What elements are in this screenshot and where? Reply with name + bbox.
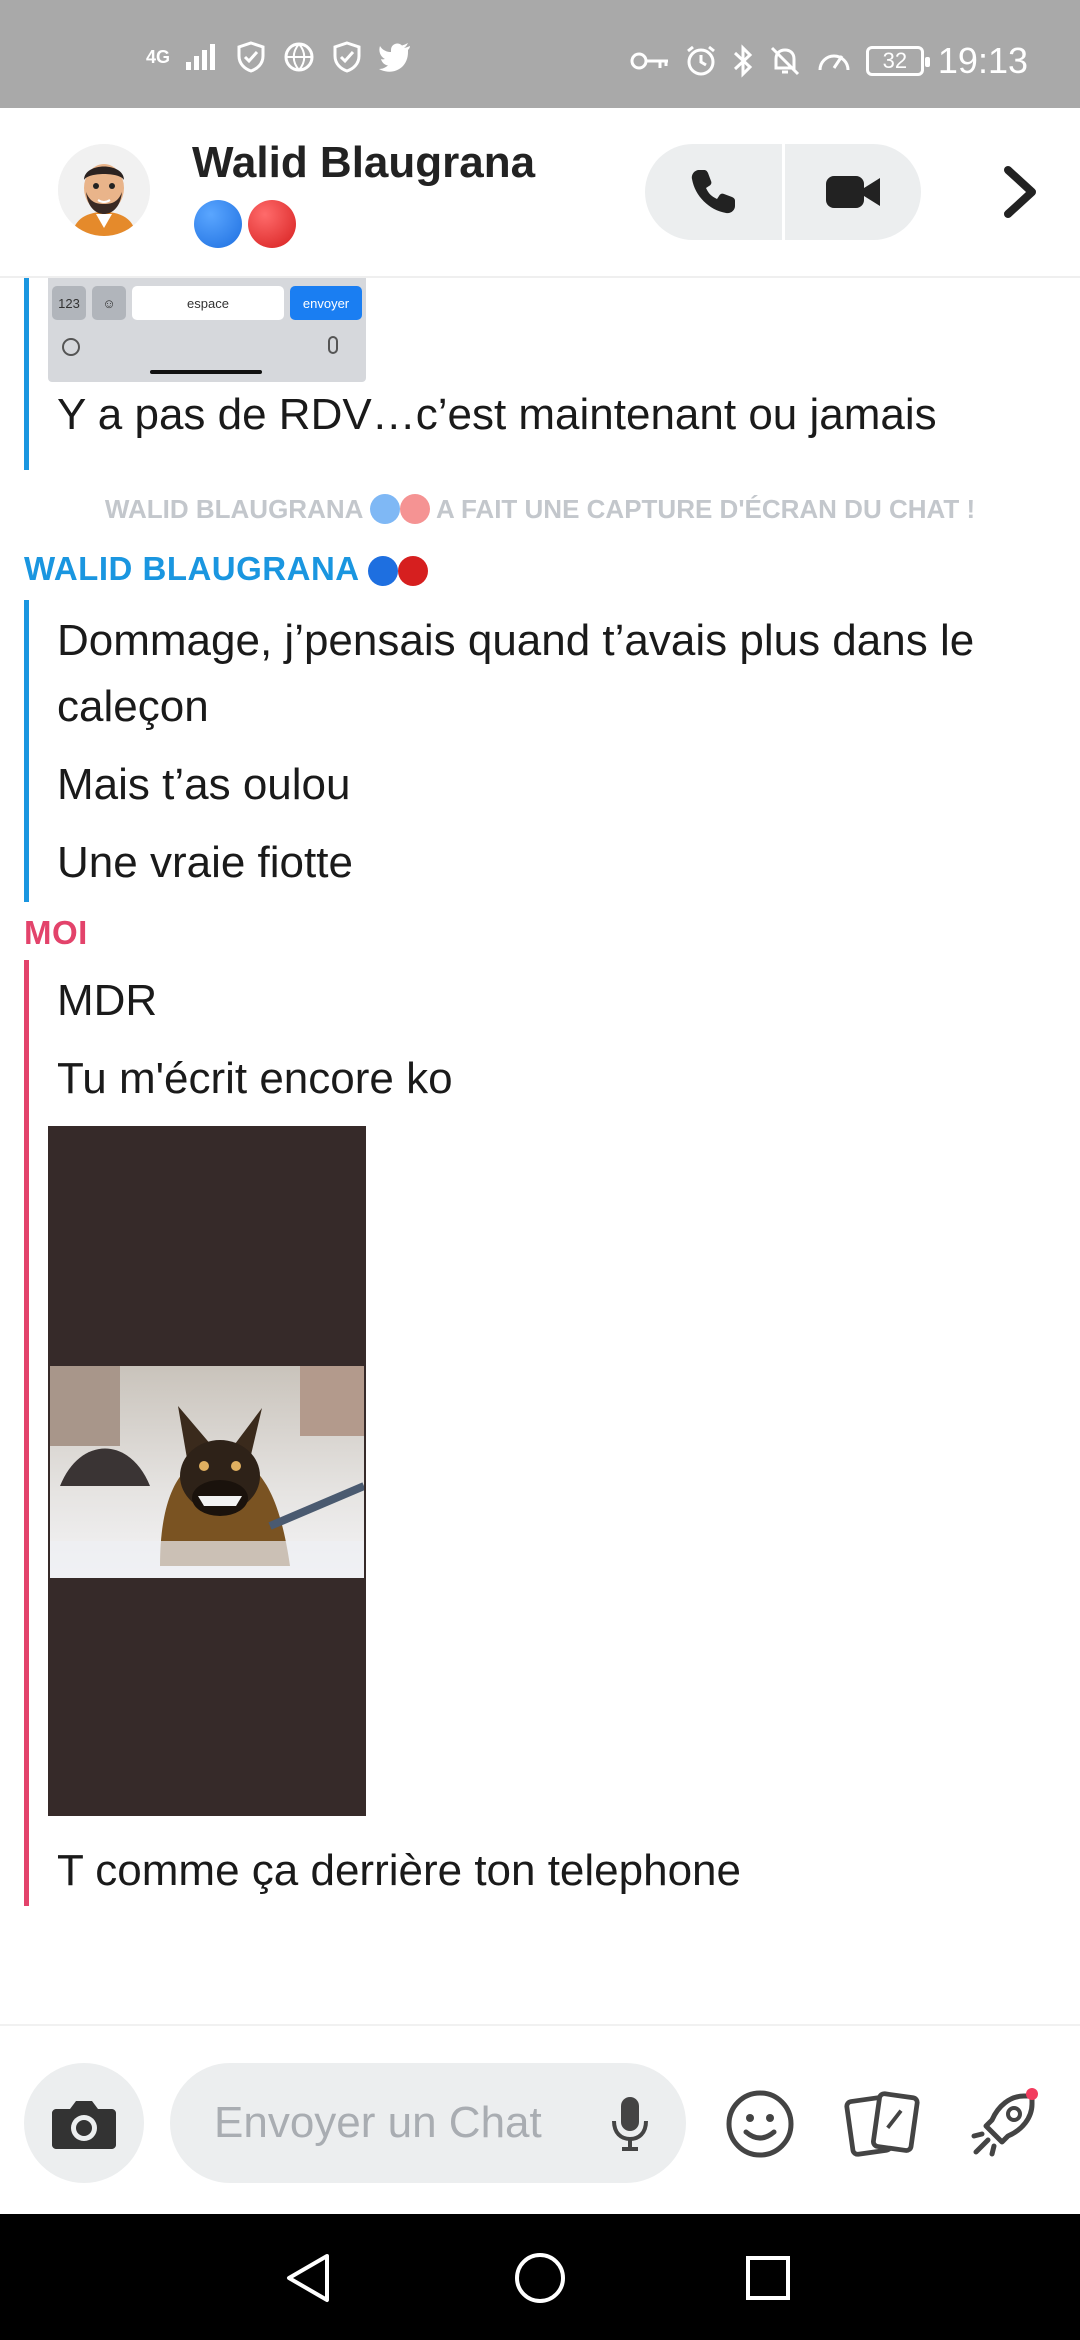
- chat-input[interactable]: [214, 2091, 594, 2155]
- key-icon: [630, 52, 668, 70]
- chat-message[interactable]: Y a pas de RDV…c’est maintenant ou jamai…: [57, 382, 1057, 448]
- shield-check-icon: [237, 41, 265, 73]
- kb-emoji-key: ☺: [92, 286, 126, 320]
- bluetooth-icon: [733, 44, 753, 78]
- home-circle-icon: [515, 2253, 565, 2303]
- camera-icon: [52, 2101, 116, 2149]
- emoji-button[interactable]: [722, 2086, 798, 2162]
- signal-icon: [186, 44, 216, 70]
- chat-input-field[interactable]: [170, 2063, 686, 2183]
- recents-square-icon: [746, 2256, 790, 2300]
- microphone-icon: [612, 2097, 648, 2151]
- back-button[interactable]: [280, 2250, 336, 2306]
- stickers-button[interactable]: [844, 2086, 920, 2162]
- keyboard-screenshot-image[interactable]: 123 ☺ espace envoyer: [48, 278, 366, 382]
- camera-button[interactable]: [24, 2063, 144, 2183]
- friend-message-bar: [24, 278, 29, 470]
- silent-bell-icon: [770, 46, 799, 76]
- kb-space-key: espace: [132, 286, 284, 320]
- blue-circle-icon: [194, 200, 242, 248]
- screenshot-notice: WALID BLAUGRANA A FAIT UNE CAPTURE D'ÉCR…: [0, 494, 1080, 525]
- clock: 19:13: [937, 40, 1028, 81]
- sender-label-me: MOI: [24, 914, 88, 951]
- back-triangle-icon: [287, 2254, 329, 2302]
- mic-button[interactable]: [610, 2095, 650, 2158]
- video-call-button[interactable]: [785, 144, 922, 240]
- contact-emojis: [194, 200, 296, 248]
- contact-name[interactable]: Walid Blaugrana: [192, 138, 535, 188]
- recents-button[interactable]: [740, 2250, 796, 2306]
- chat-message[interactable]: Mais t’as oulou: [57, 752, 1057, 818]
- blue-circle-icon: [368, 556, 399, 586]
- battery-indicator: 32: [865, 46, 930, 76]
- call-buttons: [645, 144, 921, 240]
- red-circle-icon: [248, 200, 296, 248]
- home-button[interactable]: [512, 2250, 568, 2306]
- smiley-icon: [726, 2090, 794, 2158]
- cards-icon: [844, 2091, 920, 2157]
- status-icons-right: 32 19:13: [630, 40, 1028, 82]
- bitmoji-avatar-icon: [58, 144, 150, 236]
- chat-message[interactable]: Une vraie fiotte: [57, 830, 1057, 896]
- kb-mic-icon: [328, 336, 338, 354]
- my-message-bar: [24, 960, 29, 1906]
- status-bar: 4G 32 19:13: [0, 0, 1080, 108]
- kb-key-123: 123: [52, 286, 86, 320]
- voice-call-button[interactable]: [645, 144, 782, 240]
- friend-message-bar: [24, 600, 29, 902]
- chat-input-bar: [0, 2024, 1080, 2214]
- chat-header: Walid Blaugrana: [0, 108, 1080, 278]
- video-camera-icon: [825, 176, 880, 208]
- network-type: 4G: [146, 47, 171, 67]
- red-circle-icon: [399, 494, 430, 524]
- kb-globe-icon: [62, 338, 80, 356]
- dog-photo: [50, 1366, 364, 1578]
- phone-icon: [692, 170, 736, 214]
- image-caption-message[interactable]: T comme ça derrière ton telephone: [57, 1838, 1057, 1904]
- shield-check-icon-2: [333, 41, 361, 73]
- blue-circle-icon: [369, 494, 400, 524]
- chevron-right-icon: [1004, 166, 1036, 218]
- chat-message[interactable]: Dommage, j’pensais quand t’avais plus da…: [57, 608, 1067, 740]
- kb-send-key: envoyer: [290, 286, 362, 320]
- system-nav-bar: [0, 2214, 1080, 2340]
- speed-icon: [818, 54, 850, 71]
- alarm-icon: [686, 45, 715, 76]
- status-icons-left: 4G: [146, 40, 412, 74]
- screenshot-notice-name: WALID BLAUGRANA: [104, 494, 363, 524]
- chat-area[interactable]: 123 ☺ espace envoyer Y a pas de RDV…c’es…: [0, 278, 1080, 2024]
- globe-shield-icon: [284, 42, 314, 72]
- chat-message[interactable]: Tu m'écrit encore ko: [57, 1046, 1057, 1112]
- screenshot-notice-text: A FAIT UNE CAPTURE D'ÉCRAN DU CHAT !: [435, 494, 976, 524]
- sender-label-friend: WALID BLAUGRANA: [24, 550, 429, 588]
- image-message[interactable]: [48, 1126, 366, 1816]
- rocket-icon: [971, 2088, 1038, 2157]
- kb-home-indicator: [150, 370, 262, 374]
- twitter-icon: [379, 43, 411, 72]
- more-chevron-button[interactable]: [990, 162, 1050, 222]
- games-button[interactable]: [966, 2086, 1042, 2162]
- avatar[interactable]: [58, 144, 150, 236]
- sender-name: WALID BLAUGRANA: [24, 550, 359, 587]
- chat-message[interactable]: MDR: [57, 968, 1057, 1034]
- red-circle-icon: [398, 556, 429, 586]
- dog-image-icon: [50, 1366, 364, 1578]
